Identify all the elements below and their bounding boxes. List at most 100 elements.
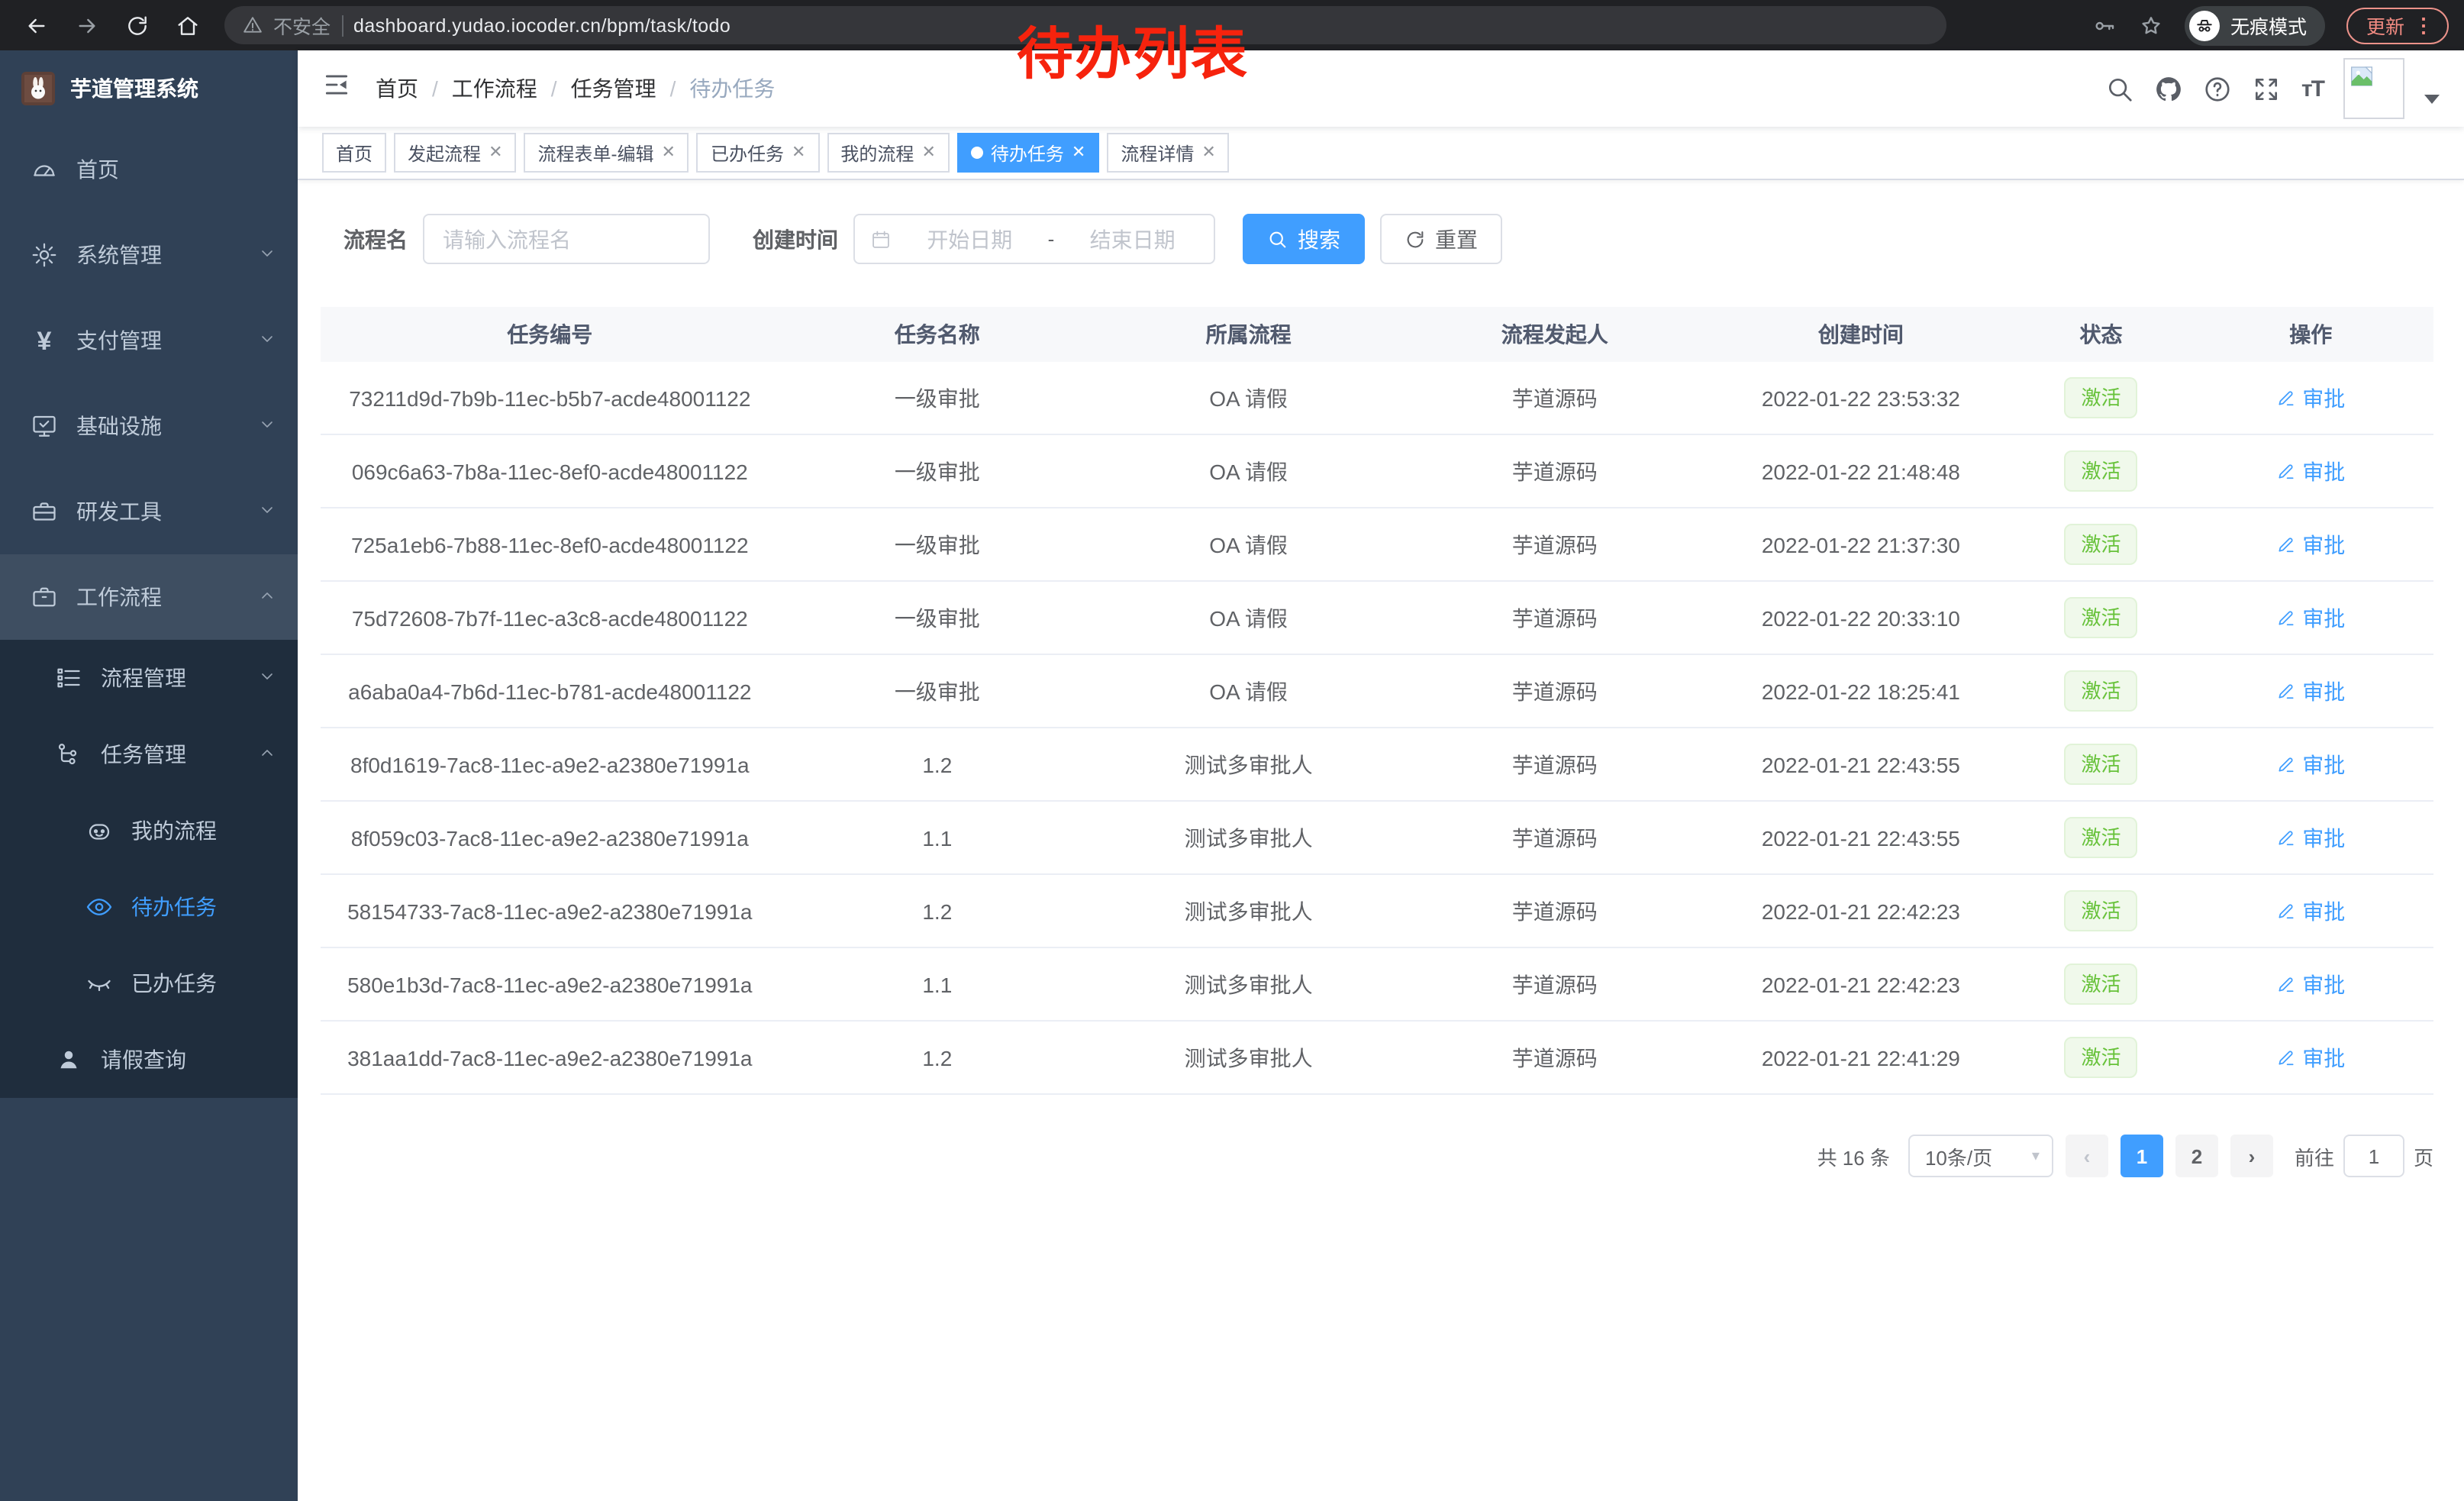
- create-time-cell: 2022-01-22 23:53:32: [1708, 362, 2014, 434]
- security-warning-icon[interactable]: [243, 15, 263, 35]
- avatar-caret-down-icon[interactable]: [2424, 95, 2440, 104]
- approve-link[interactable]: 审批: [2276, 676, 2345, 706]
- tab-my-process[interactable]: 我的流程 ✕: [827, 133, 949, 173]
- fullscreen-icon[interactable]: [2253, 74, 2282, 103]
- approve-link[interactable]: 审批: [2276, 749, 2345, 780]
- page-button-1[interactable]: 1: [2121, 1135, 2163, 1177]
- create-time-label: 创建时间: [753, 224, 838, 254]
- user-icon: [55, 1046, 82, 1073]
- approve-link-label: 审批: [2302, 456, 2345, 486]
- tab-todo-tasks[interactable]: 待办任务 ✕: [957, 133, 1099, 173]
- prev-page-button[interactable]: ‹: [2066, 1135, 2108, 1177]
- breadcrumb-workflow[interactable]: 工作流程: [452, 73, 537, 104]
- browser-forward-icon[interactable]: [75, 13, 99, 37]
- sidebar-item-leave-query[interactable]: 请假查询: [0, 1022, 298, 1098]
- table-row: 580e1b3d-7ac8-11ec-a9e2-a2380e71991a 1.1…: [321, 947, 2433, 1021]
- password-key-icon[interactable]: [2093, 13, 2117, 37]
- approve-link[interactable]: 审批: [2276, 1042, 2345, 1073]
- sidebar-item-label: 支付管理: [76, 325, 162, 356]
- page-size-select[interactable]: 10条/页 ▾: [1908, 1135, 2053, 1177]
- tab-process-detail[interactable]: 流程详情 ✕: [1107, 133, 1229, 173]
- goto-page-input[interactable]: [2343, 1135, 2404, 1177]
- yen-icon: ¥: [31, 327, 58, 354]
- sidebar-item-workflow[interactable]: 工作流程: [0, 554, 298, 640]
- process-cell: 测试多审批人: [1095, 947, 1401, 1021]
- close-icon[interactable]: ✕: [921, 144, 935, 161]
- browser-back-icon[interactable]: [24, 13, 49, 37]
- browser-update-button[interactable]: 更新 ⋮: [2346, 7, 2449, 44]
- table-row: 58154733-7ac8-11ec-a9e2-a2380e71991a 1.2…: [321, 874, 2433, 947]
- process-cell: OA 请假: [1095, 508, 1401, 581]
- sidebar-item-my-process[interactable]: 我的流程: [0, 792, 298, 869]
- sidebar-collapse-icon[interactable]: [322, 70, 351, 107]
- close-icon[interactable]: ✕: [489, 144, 502, 161]
- sidebar-item-todo-tasks[interactable]: 待办任务: [0, 869, 298, 945]
- sidebar-item-devtools[interactable]: 研发工具: [0, 469, 298, 554]
- incognito-badge: 无痕模式: [2185, 5, 2325, 45]
- close-icon[interactable]: ✕: [1201, 144, 1215, 161]
- sidebar-item-process-management[interactable]: 流程管理: [0, 640, 298, 716]
- next-page-button[interactable]: ›: [2230, 1135, 2273, 1177]
- page-button-2[interactable]: 2: [2175, 1135, 2218, 1177]
- approve-link[interactable]: 审批: [2276, 822, 2345, 853]
- close-icon[interactable]: ✕: [1072, 144, 1085, 161]
- approve-link[interactable]: 审批: [2276, 456, 2345, 486]
- breadcrumb-home[interactable]: 首页: [376, 73, 418, 104]
- help-icon[interactable]: [2204, 74, 2233, 103]
- start-date-placeholder: 开始日期: [904, 224, 1036, 254]
- sidebar-item-infrastructure[interactable]: 基础设施: [0, 383, 298, 469]
- close-icon[interactable]: ✕: [792, 144, 805, 161]
- browser-reload-icon[interactable]: [125, 13, 150, 37]
- column-header-task-id: 任务编号: [321, 307, 779, 362]
- gear-icon: [31, 241, 58, 269]
- sidebar-item-home[interactable]: 首页: [0, 127, 298, 212]
- tab-label: 流程详情: [1121, 140, 1194, 166]
- chevron-down-icon: ▾: [2032, 1148, 2040, 1164]
- browser-menu-dots-icon[interactable]: ⋮: [2414, 15, 2433, 35]
- tab-process-form-edit[interactable]: 流程表单-编辑 ✕: [524, 133, 689, 173]
- sidebar-item-label: 基础设施: [76, 411, 162, 441]
- tab-done-tasks[interactable]: 已办任务 ✕: [697, 133, 819, 173]
- approve-link[interactable]: 审批: [2276, 969, 2345, 999]
- breadcrumb-task-management[interactable]: 任务管理: [571, 73, 656, 104]
- approve-link[interactable]: 审批: [2276, 896, 2345, 926]
- reset-button[interactable]: 重置: [1380, 214, 1502, 264]
- approve-link[interactable]: 审批: [2276, 529, 2345, 560]
- font-size-icon[interactable]: тT: [2301, 76, 2324, 102]
- sidebar-item-payment[interactable]: ¥ 支付管理: [0, 298, 298, 383]
- github-icon[interactable]: [2155, 74, 2184, 103]
- bookmark-star-icon[interactable]: [2139, 13, 2163, 37]
- sidebar-item-label: 待办任务: [131, 892, 217, 922]
- task-id-cell: 580e1b3d-7ac8-11ec-a9e2-a2380e71991a: [321, 947, 779, 1021]
- sidebar-item-label: 任务管理: [101, 739, 186, 770]
- sidebar-item-task-management[interactable]: 任务管理: [0, 716, 298, 792]
- status-cell: 激活: [2014, 434, 2188, 508]
- column-header-actions: 操作: [2188, 307, 2433, 362]
- breadcrumb-separator: /: [551, 76, 557, 101]
- sidebar-item-system[interactable]: 系统管理: [0, 212, 298, 298]
- tab-start-process[interactable]: 发起流程 ✕: [394, 133, 516, 173]
- approve-link[interactable]: 审批: [2276, 602, 2345, 633]
- column-header-status: 状态: [2014, 307, 2188, 362]
- process-name-input[interactable]: [423, 214, 710, 264]
- sidebar-item-done-tasks[interactable]: 已办任务: [0, 945, 298, 1022]
- browser-home-icon[interactable]: [176, 13, 200, 37]
- search-icon[interactable]: [2106, 74, 2135, 103]
- table-row: 8f059c03-7ac8-11ec-a9e2-a2380e71991a 1.1…: [321, 801, 2433, 874]
- search-icon: [1267, 228, 1288, 250]
- sidebar-item-label: 流程管理: [101, 663, 186, 693]
- search-button[interactable]: 搜索: [1243, 214, 1365, 264]
- approve-link-label: 审批: [2302, 896, 2345, 926]
- date-range-picker[interactable]: 开始日期 - 结束日期: [853, 214, 1215, 264]
- update-label: 更新: [2366, 11, 2404, 40]
- close-icon[interactable]: ✕: [662, 144, 676, 161]
- filter-form: 流程名 创建时间 开始日期 - 结束日期 搜索 重置: [343, 214, 2433, 264]
- approve-link-label: 审批: [2302, 676, 2345, 706]
- tab-home[interactable]: 首页: [322, 133, 386, 173]
- approve-link[interactable]: 审批: [2276, 383, 2345, 413]
- app-logo-row[interactable]: 芋道管理系统: [0, 50, 298, 127]
- breadcrumb-separator: /: [432, 76, 438, 101]
- status-cell: 激活: [2014, 947, 2188, 1021]
- avatar[interactable]: [2343, 58, 2404, 119]
- task-name-cell: 1.2: [779, 874, 1095, 947]
